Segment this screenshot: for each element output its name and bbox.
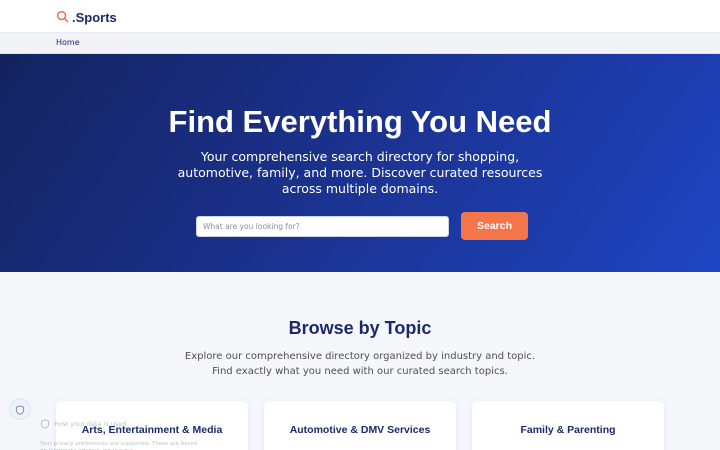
hero-section: Find Everything You Need Your comprehens…: [0, 54, 720, 272]
breadcrumb-home-link[interactable]: Home: [56, 38, 80, 47]
topic-card-title: Automotive & DMV Services: [289, 424, 431, 436]
search-button[interactable]: Search: [461, 212, 528, 240]
topic-card-family[interactable]: Family & Parenting: [472, 401, 664, 450]
topic-card-title: Family & Parenting: [520, 424, 616, 436]
search-input[interactable]: [196, 216, 449, 237]
browse-subtitle: Explore our comprehensive directory orga…: [184, 351, 536, 377]
privacy-settings-button[interactable]: [9, 398, 31, 420]
shield-icon: [15, 400, 25, 419]
site-logo[interactable]: .Sports: [56, 8, 117, 27]
hero-subtitle: Your comprehensive search directory for …: [177, 149, 543, 196]
hero-title: Find Everything You Need: [168, 104, 552, 139]
logo-text: .Sports: [72, 10, 117, 25]
browse-title: Browse by Topic: [288, 318, 432, 338]
topic-card-automotive[interactable]: Automotive & DMV Services: [264, 401, 456, 450]
shield-icon: [40, 414, 50, 433]
privacy-body: Your privacy preferences are supported. …: [40, 441, 198, 450]
privacy-notice: How your data is used Your privacy prefe…: [40, 414, 200, 450]
top-navbar: .Sports: [0, 0, 720, 33]
breadcrumb: Home: [0, 33, 720, 54]
search-icon: [56, 8, 69, 27]
privacy-title: How your data is used: [54, 419, 127, 428]
